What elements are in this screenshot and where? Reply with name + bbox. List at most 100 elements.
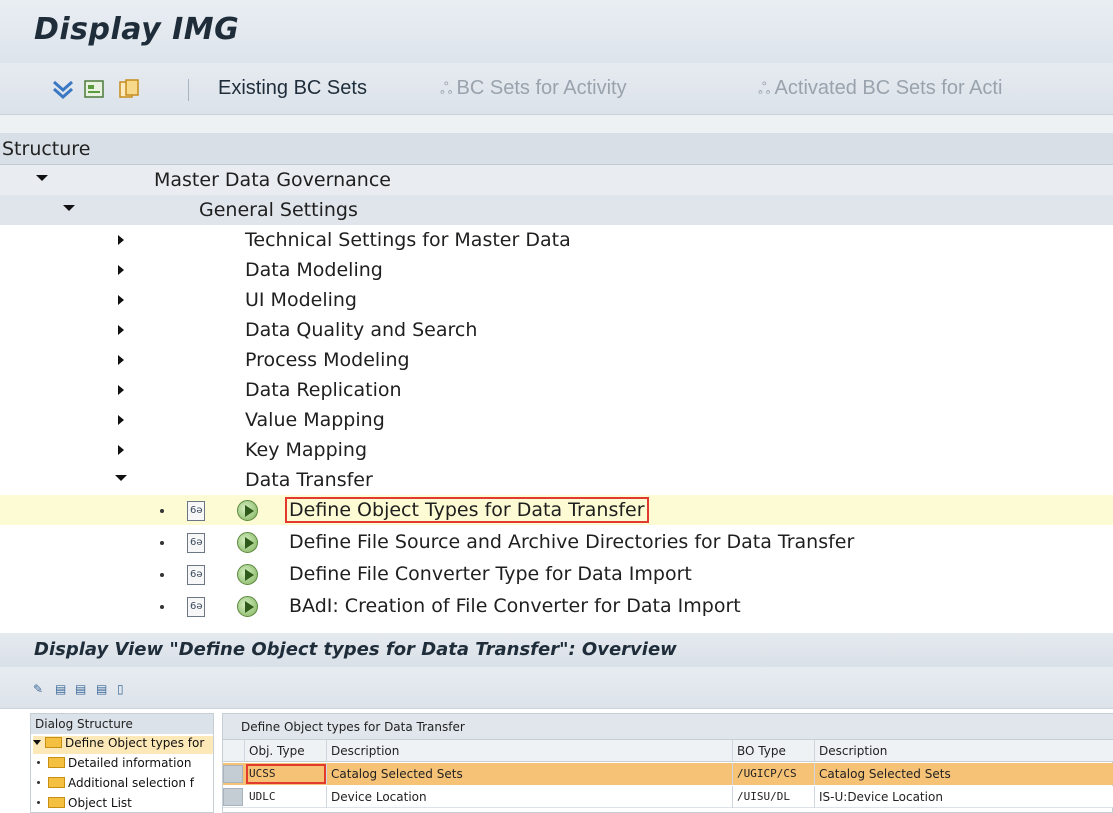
tree-node-label: Data Transfer [245, 469, 373, 491]
expand-arrow-icon[interactable] [118, 235, 124, 245]
tree-node-key-mapping[interactable]: Key Mapping [0, 435, 1113, 465]
column-header[interactable]: BO Type [733, 740, 815, 762]
table-cell[interactable]: /UGICP/CS [733, 763, 815, 785]
toolbar-separator [188, 79, 189, 101]
tree-node-label: Value Mapping [245, 409, 385, 431]
table-row[interactable]: UDLC Device Location /UISU/DL IS-U:Devic… [223, 786, 1113, 808]
table-cell[interactable]: Catalog Selected Sets [815, 763, 1113, 785]
collapse-arrow-icon[interactable] [33, 740, 41, 745]
open-folder-icon [45, 737, 62, 748]
table-pane: Define Object types for Data Transfer Ob… [222, 713, 1113, 813]
dialog-node-additional-selection[interactable]: Additional selection f [37, 776, 194, 794]
collapse-arrow-icon[interactable] [36, 175, 48, 181]
tree-node-data-replication[interactable]: Data Replication [0, 375, 1113, 405]
bullet-icon [160, 509, 164, 513]
activity-badi-file-converter[interactable]: 6ə BAdI: Creation of File Converter for … [0, 591, 1113, 621]
execute-icon[interactable] [237, 564, 258, 585]
folder-icon [48, 757, 65, 768]
collapse-arrow-icon[interactable] [63, 205, 75, 211]
activity-define-file-source[interactable]: 6ə Define File Source and Archive Direct… [0, 527, 1113, 557]
column-header[interactable]: Description [815, 740, 1113, 762]
tree-node-ui-modeling[interactable]: UI Modeling [0, 285, 1113, 315]
tree-node-label: General Settings [199, 199, 358, 221]
execute-icon[interactable] [237, 500, 258, 521]
dialog-structure-header: Dialog Structure [31, 714, 213, 734]
bc-set-icon: ஃ [440, 81, 453, 98]
documentation-icon[interactable]: 6ə [187, 533, 205, 553]
display-change-icon[interactable]: ✎ [33, 682, 47, 696]
bc-sets-for-activity-label: BC Sets for Activity [456, 77, 627, 99]
dialog-node-define-object-types[interactable]: Define Object types for [33, 736, 213, 754]
row-selector[interactable] [223, 788, 243, 806]
collapse-arrow-icon[interactable] [115, 475, 127, 481]
column-header[interactable]: Obj. Type [245, 740, 327, 762]
documentation-icon[interactable]: 6ə [187, 501, 205, 521]
activity-label: Define Object Types for Data Transfer [285, 497, 649, 523]
display-view-title-bar: Display View "Define Object types for Da… [0, 633, 1113, 667]
table-header-row: Obj. Type Description BO Type Descriptio… [223, 740, 1113, 762]
activity-define-file-converter[interactable]: 6ə Define File Converter Type for Data I… [0, 559, 1113, 589]
row-selector[interactable] [223, 765, 243, 783]
expand-arrow-icon[interactable] [118, 445, 124, 455]
expand-arrow-icon[interactable] [118, 265, 124, 275]
tree-node-data-transfer[interactable]: Data Transfer [0, 465, 1113, 495]
table-cell[interactable]: UCSS [245, 763, 327, 785]
table-cell[interactable]: IS-U:Device Location [815, 786, 1113, 808]
row-selector-header[interactable] [223, 740, 245, 762]
deselect-all-icon[interactable]: ▤ [96, 682, 110, 696]
copy-icon[interactable] [118, 78, 140, 100]
expand-arrow-icon[interactable] [118, 325, 124, 335]
table-cell[interactable]: Device Location [327, 786, 733, 808]
dialog-node-label: Define Object types for [65, 736, 205, 750]
tree-node-label: Data Modeling [245, 259, 383, 281]
tree-node-master-data-governance[interactable]: Master Data Governance [0, 165, 1113, 195]
bc-set-icon: ஃ [758, 81, 771, 98]
tree-node-label: Data Quality and Search [245, 319, 478, 341]
activated-bc-sets-label: Activated BC Sets for Acti [774, 77, 1003, 99]
expand-arrow-icon[interactable] [118, 355, 124, 365]
table-cell[interactable]: Catalog Selected Sets [327, 763, 733, 785]
select-icon[interactable] [83, 78, 105, 100]
table-row[interactable]: UCSS Catalog Selected Sets /UGICP/CS Cat… [223, 763, 1113, 785]
select-all-icon[interactable]: ▤ [55, 682, 69, 696]
tree-node-label: Technical Settings for Master Data [245, 229, 571, 251]
table-cell[interactable]: UDLC [245, 786, 327, 808]
table-cell[interactable]: /UISU/DL [733, 786, 815, 808]
tree-node-process-modeling[interactable]: Process Modeling [0, 345, 1113, 375]
title-bar: Display IMG [0, 0, 1113, 63]
execute-icon[interactable] [237, 532, 258, 553]
tree-node-label: Data Replication [245, 379, 402, 401]
documentation-icon[interactable]: ▯ [117, 682, 131, 696]
tree-node-general-settings[interactable]: General Settings [0, 195, 1113, 225]
tree-node-label: Master Data Governance [154, 169, 391, 191]
documentation-icon[interactable]: 6ə [187, 597, 205, 617]
select-block-icon[interactable]: ▤ [75, 682, 89, 696]
tree-node-value-mapping[interactable]: Value Mapping [0, 405, 1113, 435]
expand-arrow-icon[interactable] [118, 415, 124, 425]
dialog-node-detailed-information[interactable]: Detailed information [37, 756, 191, 774]
bullet-icon [160, 541, 164, 545]
column-header[interactable]: Description [327, 740, 733, 762]
tree-node-label: Key Mapping [245, 439, 368, 461]
bullet-icon [37, 781, 40, 784]
expand-all-icon[interactable] [52, 78, 74, 100]
tree-node-data-modeling[interactable]: Data Modeling [0, 255, 1113, 285]
documentation-icon[interactable]: 6ə [187, 565, 205, 585]
structure-header: Structure [0, 133, 1113, 165]
activity-label-wrapper: Define Object Types for Data Transfer [285, 497, 649, 523]
execute-icon[interactable] [237, 596, 258, 617]
activated-bc-sets-button[interactable]: ஃ Activated BC Sets for Acti [758, 77, 1002, 100]
structure-header-label: Structure [2, 138, 91, 160]
expand-arrow-icon[interactable] [118, 295, 124, 305]
bc-sets-for-activity-button[interactable]: ஃ BC Sets for Activity [440, 77, 627, 100]
expand-arrow-icon[interactable] [118, 385, 124, 395]
dialog-node-label: Detailed information [68, 756, 192, 770]
dialog-structure-pane: Dialog Structure Define Object types for… [30, 713, 214, 813]
dialog-node-object-list[interactable]: Object List [37, 796, 132, 813]
tree-node-data-quality[interactable]: Data Quality and Search [0, 315, 1113, 345]
activity-define-object-types[interactable]: 6ə Define Object Types for Data Transfer [0, 495, 1113, 525]
existing-bc-sets-button[interactable]: Existing BC Sets [218, 77, 367, 100]
folder-icon [48, 777, 65, 788]
tree-node-label: Process Modeling [245, 349, 410, 371]
tree-node-technical-settings[interactable]: Technical Settings for Master Data [0, 225, 1113, 255]
